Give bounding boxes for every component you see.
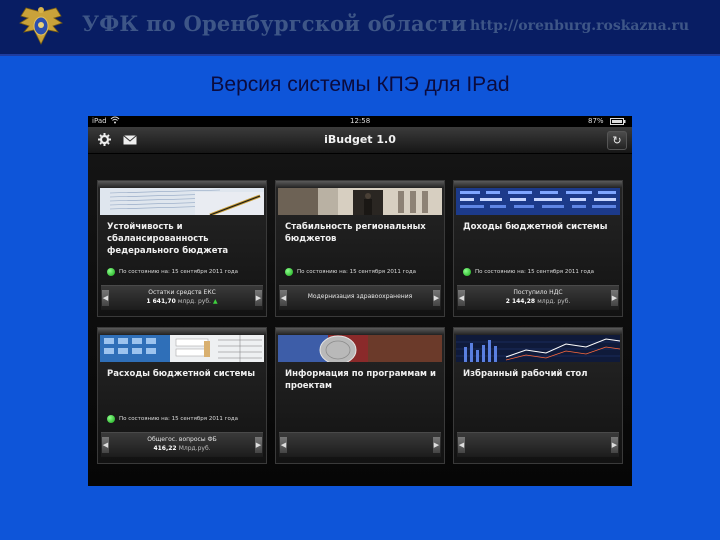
tile-budget-revenue[interactable]: Доходы бюджетной системы По состоянию на… <box>453 180 623 317</box>
tile-footer: ◀ Поступило НДС 2 144,28 млрд. руб. ▶ <box>457 285 619 310</box>
tile-budget-stability[interactable]: Устойчивость и сбалансированность федера… <box>97 180 267 317</box>
ipad-screen: iPad 12:58 87% iBudget 1.0 ↻ Устойчивост… <box>88 116 632 486</box>
arrow-left-icon[interactable]: ◀ <box>280 290 287 306</box>
app-navbar: iBudget 1.0 ↻ <box>88 127 632 154</box>
arrow-left-icon[interactable]: ◀ <box>280 437 287 453</box>
treasury-emblem-icon <box>19 7 63 45</box>
arrow-right-icon[interactable]: ▶ <box>611 290 618 306</box>
wifi-icon <box>110 116 120 127</box>
dashboard: Устойчивость и сбалансированность федера… <box>88 154 632 486</box>
trend-up-icon: ▲ <box>213 298 218 305</box>
tile-title: Расходы бюджетной системы <box>107 369 256 379</box>
tile-status-text: По состоянию на: 15 сентября 2011 года <box>297 269 417 275</box>
status-green-icon <box>107 415 115 423</box>
arrow-right-icon[interactable]: ▶ <box>255 290 262 306</box>
arrow-right-icon[interactable]: ▶ <box>255 437 262 453</box>
arrow-left-icon[interactable]: ◀ <box>458 437 465 453</box>
footer-value: 2 144,28 млрд. руб. <box>505 298 571 305</box>
tile-image-stock-board <box>456 188 620 215</box>
refresh-button[interactable]: ↻ <box>607 131 627 150</box>
arrow-left-icon[interactable]: ◀ <box>102 290 109 306</box>
tile-title: Доходы бюджетной системы <box>463 222 608 232</box>
refresh-icon: ↻ <box>612 134 622 147</box>
arrow-left-icon[interactable]: ◀ <box>458 290 465 306</box>
status-green-icon <box>285 268 293 276</box>
arrow-left-icon[interactable]: ◀ <box>102 437 109 453</box>
tile-status-text: По состоянию на: 15 сентября 2011 года <box>475 269 595 275</box>
footer-label: Модернизация здравоохранения <box>307 293 413 300</box>
carrier-label: iPad <box>92 117 107 125</box>
arrow-right-icon[interactable]: ▶ <box>433 437 440 453</box>
tile-footer: ◀ Модернизация здравоохранения ▶ <box>279 285 441 310</box>
slide-title: Версия системы КПЭ для IPad <box>210 73 510 96</box>
tile-status-text: По состоянию на: 15 сентября 2011 года <box>119 269 239 275</box>
footer-value: 1 641,70 млрд. руб. ▲ <box>146 298 218 305</box>
header-title: УФК по Оренбургской области <box>82 11 467 36</box>
tile-footer: ◀ ▶ <box>279 432 441 457</box>
ipad-status-bar: iPad 12:58 87% <box>88 116 632 127</box>
tile-title: Стабильность региональных бюджетов <box>285 222 426 244</box>
tile-budget-expenses[interactable]: Расходы бюджетной системы По состоянию н… <box>97 327 267 464</box>
status-green-icon <box>463 268 471 276</box>
slide-header: УФК по Оренбургской области http://orenb… <box>0 0 720 56</box>
tile-footer: ◀ Остатки средств ЕКС 1 641,70 млрд. руб… <box>101 285 263 310</box>
arrow-right-icon[interactable]: ▶ <box>433 290 440 306</box>
tile-favorite-desktop[interactable]: Избранный рабочий стол ◀ ▶ <box>453 327 623 464</box>
clock: 12:58 <box>350 117 371 125</box>
tile-footer: ◀ ▶ <box>457 432 619 457</box>
tile-image-graph <box>456 335 620 362</box>
app-title: iBudget 1.0 <box>324 133 396 146</box>
tile-title: Информация по программам и проектам <box>285 369 436 391</box>
tile-image-coins <box>278 335 442 362</box>
header-url[interactable]: http://orenburg.roskazna.ru <box>470 18 689 34</box>
tile-image-documents <box>100 188 264 215</box>
footer-label: Общегос. вопросы ФБ <box>147 436 217 443</box>
footer-value: 416,22 Млрд.руб. <box>153 445 211 452</box>
tile-programs-projects[interactable]: Информация по программам и проектам ◀ ▶ <box>275 327 445 464</box>
footer-label: Поступило НДС <box>513 289 563 296</box>
tile-status-text: По состоянию на: 15 сентября 2011 года <box>119 416 239 422</box>
tile-image-building <box>278 188 442 215</box>
tile-regional-budgets[interactable]: Стабильность региональных бюджетов По со… <box>275 180 445 317</box>
status-green-icon <box>107 268 115 276</box>
battery-icon <box>610 118 626 127</box>
footer-label: Остатки средств ЕКС <box>148 289 216 296</box>
tile-image-calculator <box>100 335 264 362</box>
tile-title: Устойчивость и сбалансированность федера… <box>107 222 229 256</box>
arrow-right-icon[interactable]: ▶ <box>611 437 618 453</box>
tile-footer: ◀ Общегос. вопросы ФБ 416,22 Млрд.руб. ▶ <box>101 432 263 457</box>
tile-title: Избранный рабочий стол <box>463 369 588 379</box>
battery-label: 87% <box>588 117 604 125</box>
